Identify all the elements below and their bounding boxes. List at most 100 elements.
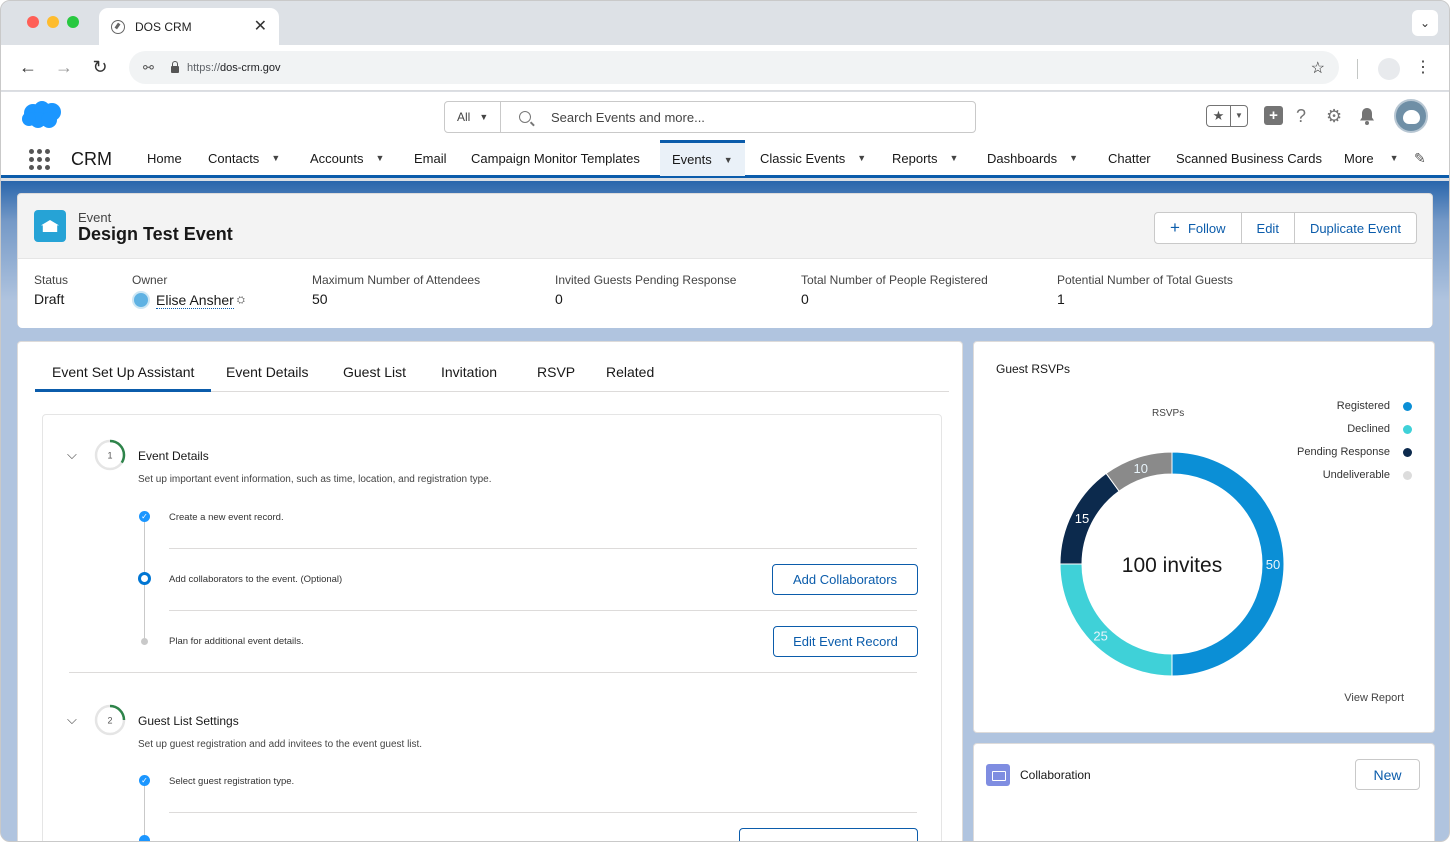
follow-button[interactable]: + Follow <box>1155 213 1242 243</box>
nav-label: More <box>1344 150 1374 166</box>
url-scheme: https:// <box>187 61 221 74</box>
user-avatar[interactable] <box>1394 99 1428 133</box>
chevron-down-icon[interactable]: ⌵ <box>67 447 77 463</box>
reload-icon[interactable]: ↻ <box>89 57 111 77</box>
field-label: Maximum Number of Attendees <box>312 273 481 287</box>
duplicate-event-button[interactable]: Duplicate Event <box>1295 213 1416 243</box>
step-done-check-icon: ✓ <box>139 775 150 786</box>
favorites-button[interactable]: ★ ▼ <box>1206 105 1248 127</box>
field-label: Potential Number of Total Guests <box>1057 273 1233 287</box>
site-settings-icon[interactable]: ⚯ <box>143 60 159 76</box>
tab-event-details[interactable]: Event Details <box>226 364 308 380</box>
profile-avatar[interactable] <box>1378 58 1400 80</box>
address-bar[interactable]: ⚯ https:// dos-crm.gov ☆ <box>129 51 1339 84</box>
salesforce-cloud-logo[interactable] <box>21 100 63 130</box>
nav-item-scanned-business-cards[interactable]: Scanned Business Cards <box>1176 140 1322 176</box>
edit-button[interactable]: Edit <box>1242 213 1295 243</box>
nav-item-more[interactable]: More ▼ <box>1344 140 1399 176</box>
nav-item-accounts[interactable]: Accounts ▼ <box>310 140 384 176</box>
zoom-window-button[interactable] <box>67 16 79 28</box>
nav-item-dashboards[interactable]: Dashboards ▼ <box>987 140 1078 176</box>
bookmark-star-icon[interactable]: ☆ <box>1311 58 1325 78</box>
tab-event-setup-assistant[interactable]: Event Set Up Assistant <box>35 364 212 392</box>
tab-guest-list[interactable]: Guest List <box>343 364 406 380</box>
search-scope-dropdown[interactable]: All ▼ <box>445 102 501 132</box>
view-report-link[interactable]: View Report <box>1344 692 1404 704</box>
global-create-icon[interactable]: + <box>1264 106 1283 125</box>
chevron-down-icon[interactable]: ▼ <box>1069 153 1078 163</box>
tab-invitation[interactable]: Invitation <box>441 364 497 380</box>
chevron-down-icon[interactable]: ⌵ <box>67 712 77 728</box>
chevron-down-icon[interactable]: ▼ <box>271 153 280 163</box>
plus-icon: + <box>1170 218 1180 237</box>
nav-item-campaign-monitor-templates[interactable]: Campaign Monitor Templates <box>471 140 640 176</box>
legend-item-undeliverable[interactable]: Undeliverable <box>1323 469 1412 481</box>
nav-item-contacts[interactable]: Contacts ▼ <box>208 140 280 176</box>
nav-item-reports[interactable]: Reports ▼ <box>892 140 958 176</box>
new-collaboration-button[interactable]: New <box>1355 759 1420 790</box>
browser-tab[interactable]: DOS CRM ✕ <box>99 8 279 45</box>
main-tabset-card: Event Set Up Assistant Event Details Gue… <box>17 341 963 841</box>
back-icon[interactable]: ← <box>17 57 39 77</box>
record-actions: + Follow Edit Duplicate Event <box>1154 212 1417 244</box>
nav-label: Scanned Business Cards <box>1176 150 1322 166</box>
nav-item-events[interactable]: Events ▼ <box>660 140 745 176</box>
step-action-button[interactable] <box>739 828 918 841</box>
astro-face-icon <box>1403 110 1420 124</box>
chevron-down-icon[interactable]: ▼ <box>857 153 866 163</box>
follow-label: Follow <box>1187 220 1226 236</box>
edit-event-record-button[interactable]: Edit Event Record <box>773 626 918 657</box>
step-text: Select guest registration type. <box>169 776 295 787</box>
browser-titlebar: DOS CRM ✕ ⌄ <box>1 1 1449 45</box>
highlights-panel: Status Draft Owner Elise Ansher ⛭ Maximu… <box>18 258 1432 328</box>
tab-related[interactable]: Related <box>606 364 654 380</box>
app-name: CRM <box>71 149 112 169</box>
chevron-down-icon[interactable]: ▼ <box>375 153 384 163</box>
add-collaborators-button[interactable]: Add Collaborators <box>772 564 918 595</box>
search-input[interactable] <box>551 109 951 125</box>
url-host: dos-crm.gov <box>220 61 281 74</box>
highlight-status: Status Draft <box>34 273 68 307</box>
tab-close-icon[interactable]: ✕ <box>254 18 267 35</box>
app-navigation: CRM Home Contacts ▼ Accounts ▼ Email Campa… <box>1 140 1449 178</box>
nav-item-email[interactable]: Email <box>414 140 447 176</box>
legend-item-declined[interactable]: Declined <box>1347 423 1412 435</box>
close-window-button[interactable] <box>27 16 39 28</box>
rsvp-donut-chart[interactable]: 50 25 15 10 100 invites <box>1060 452 1284 676</box>
change-owner-icon[interactable]: ⛭ <box>237 295 245 306</box>
tab-rsvp[interactable]: RSVP <box>537 364 575 380</box>
legend-label: Registered <box>1336 400 1390 412</box>
divider <box>169 548 917 549</box>
legend-label: Undeliverable <box>1322 469 1390 481</box>
legend-item-pending-response[interactable]: Pending Response <box>1297 446 1412 458</box>
lock-icon <box>171 61 179 73</box>
chevron-down-icon[interactable]: ▼ <box>950 153 959 163</box>
tab-search-button[interactable]: ⌄ <box>1412 10 1438 36</box>
record-header: Event Design Test Event + Follow Edit Dup… <box>17 193 1433 328</box>
nav-item-chatter[interactable]: Chatter <box>1108 140 1151 176</box>
nav-item-classic-events[interactable]: Classic Events ▼ <box>760 140 866 176</box>
nav-label: Events <box>672 152 712 167</box>
nav-item-home[interactable]: Home <box>147 140 182 176</box>
forward-icon[interactable]: → <box>53 57 75 77</box>
edit-nav-pencil-icon[interactable]: ✎ <box>1414 150 1426 167</box>
donut-slice-pending-response[interactable] <box>1060 472 1120 565</box>
owner-link[interactable]: Elise Ansher <box>156 292 234 309</box>
star-icon: ★ <box>1207 106 1231 126</box>
setup-gear-icon[interactable]: ⚙ <box>1326 106 1342 126</box>
divider <box>169 812 917 813</box>
nav-label: Dashboards <box>987 150 1058 166</box>
app-launcher-icon[interactable] <box>29 149 50 170</box>
highlight-potential-guests: Potential Number of Total Guests 1 <box>1057 273 1233 307</box>
step-text: Plan for additional event details. <box>169 636 304 647</box>
help-icon[interactable]: ? <box>1296 106 1306 126</box>
donut-slice-declined[interactable] <box>1060 563 1173 676</box>
browser-menu-icon[interactable]: ⋮ <box>1415 57 1431 77</box>
minimize-window-button[interactable] <box>47 16 59 28</box>
legend-item-registered[interactable]: Registered <box>1337 400 1412 412</box>
highlight-registered: Total Number of People Registered 0 <box>801 273 988 307</box>
chevron-down-icon[interactable]: ▼ <box>724 155 733 165</box>
notification-bell-icon[interactable] <box>1358 107 1376 125</box>
field-value: 50 <box>312 291 328 307</box>
step-text: Create a new event record. <box>169 512 284 523</box>
